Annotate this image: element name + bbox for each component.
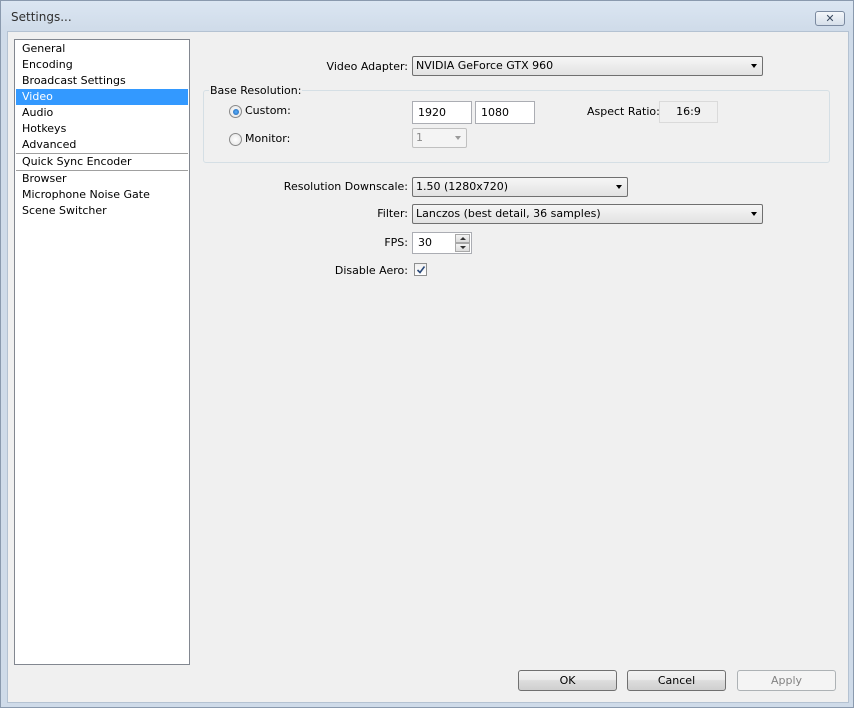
monitor-resolution-radio[interactable] bbox=[229, 133, 242, 146]
fps-stepper[interactable]: 30 bbox=[412, 232, 472, 254]
sidebar-item-advanced[interactable]: Advanced bbox=[16, 137, 188, 153]
cancel-button[interactable]: Cancel bbox=[627, 670, 726, 691]
resolution-downscale-dropdown[interactable]: 1.50 (1280x720) bbox=[412, 177, 628, 197]
radio-selected-dot bbox=[232, 108, 239, 115]
sidebar-item-microphone-noise-gate[interactable]: Microphone Noise Gate bbox=[16, 187, 188, 203]
sidebar-item-audio[interactable]: Audio bbox=[16, 105, 188, 121]
video-adapter-dropdown[interactable]: NVIDIA GeForce GTX 960 bbox=[412, 56, 763, 76]
settings-window: Settings... ✕ General Encoding Broadcast… bbox=[0, 0, 854, 708]
custom-label[interactable]: Custom: bbox=[245, 104, 291, 117]
filter-dropdown[interactable]: Lanczos (best detail, 36 samples) bbox=[412, 204, 763, 224]
sidebar-item-encoding[interactable]: Encoding bbox=[16, 57, 188, 73]
apply-button[interactable]: Apply bbox=[737, 670, 836, 691]
filter-value: Lanczos (best detail, 36 samples) bbox=[416, 207, 601, 220]
chevron-down-icon bbox=[455, 136, 461, 140]
custom-resolution-radio[interactable] bbox=[229, 105, 242, 118]
disable-aero-label: Disable Aero: bbox=[334, 264, 408, 277]
sidebar-item-hotkeys[interactable]: Hotkeys bbox=[16, 121, 188, 137]
video-adapter-value: NVIDIA GeForce GTX 960 bbox=[416, 59, 554, 72]
monitor-dropdown[interactable]: 1 bbox=[412, 128, 467, 148]
title-bar[interactable]: Settings... ✕ bbox=[1, 1, 853, 31]
sidebar-item-video[interactable]: Video bbox=[16, 89, 188, 105]
custom-width-input[interactable]: 1920 bbox=[412, 101, 472, 124]
disable-aero-checkbox[interactable] bbox=[414, 263, 427, 276]
aspect-ratio-label: Aspect Ratio: bbox=[587, 105, 660, 118]
aspect-ratio-value: 16:9 bbox=[659, 101, 718, 123]
fps-label: FPS: bbox=[384, 236, 408, 249]
stepper-up-icon[interactable] bbox=[455, 234, 470, 243]
resolution-downscale-value: 1.50 (1280x720) bbox=[416, 180, 509, 193]
custom-height-input[interactable]: 1080 bbox=[475, 101, 535, 124]
sidebar-item-general[interactable]: General bbox=[16, 41, 188, 57]
sidebar-item-quick-sync-encoder[interactable]: Quick Sync Encoder bbox=[16, 154, 188, 170]
video-adapter-label: Video Adapter: bbox=[326, 60, 408, 73]
resolution-downscale-label: Resolution Downscale: bbox=[283, 180, 408, 193]
chevron-down-icon bbox=[751, 212, 757, 216]
fps-value: 30 bbox=[418, 236, 432, 249]
chevron-down-icon bbox=[616, 185, 622, 189]
chevron-down-icon bbox=[751, 64, 757, 68]
ok-button[interactable]: OK bbox=[518, 670, 617, 691]
sidebar-item-broadcast-settings[interactable]: Broadcast Settings bbox=[16, 73, 188, 89]
monitor-label[interactable]: Monitor: bbox=[245, 132, 290, 145]
checkmark-icon bbox=[416, 266, 426, 274]
window-title: Settings... bbox=[11, 10, 72, 24]
close-button[interactable]: ✕ bbox=[815, 11, 845, 26]
base-resolution-label: Base Resolution: bbox=[209, 84, 303, 97]
sidebar-item-scene-switcher[interactable]: Scene Switcher bbox=[16, 203, 188, 219]
sidebar-item-browser[interactable]: Browser bbox=[16, 171, 188, 187]
close-icon: ✕ bbox=[825, 12, 835, 25]
stepper-down-icon[interactable] bbox=[455, 243, 470, 252]
monitor-value: 1 bbox=[416, 131, 423, 144]
filter-label: Filter: bbox=[377, 207, 408, 220]
settings-client-area: General Encoding Broadcast Settings Vide… bbox=[7, 31, 849, 703]
settings-category-list[interactable]: General Encoding Broadcast Settings Vide… bbox=[14, 39, 190, 665]
